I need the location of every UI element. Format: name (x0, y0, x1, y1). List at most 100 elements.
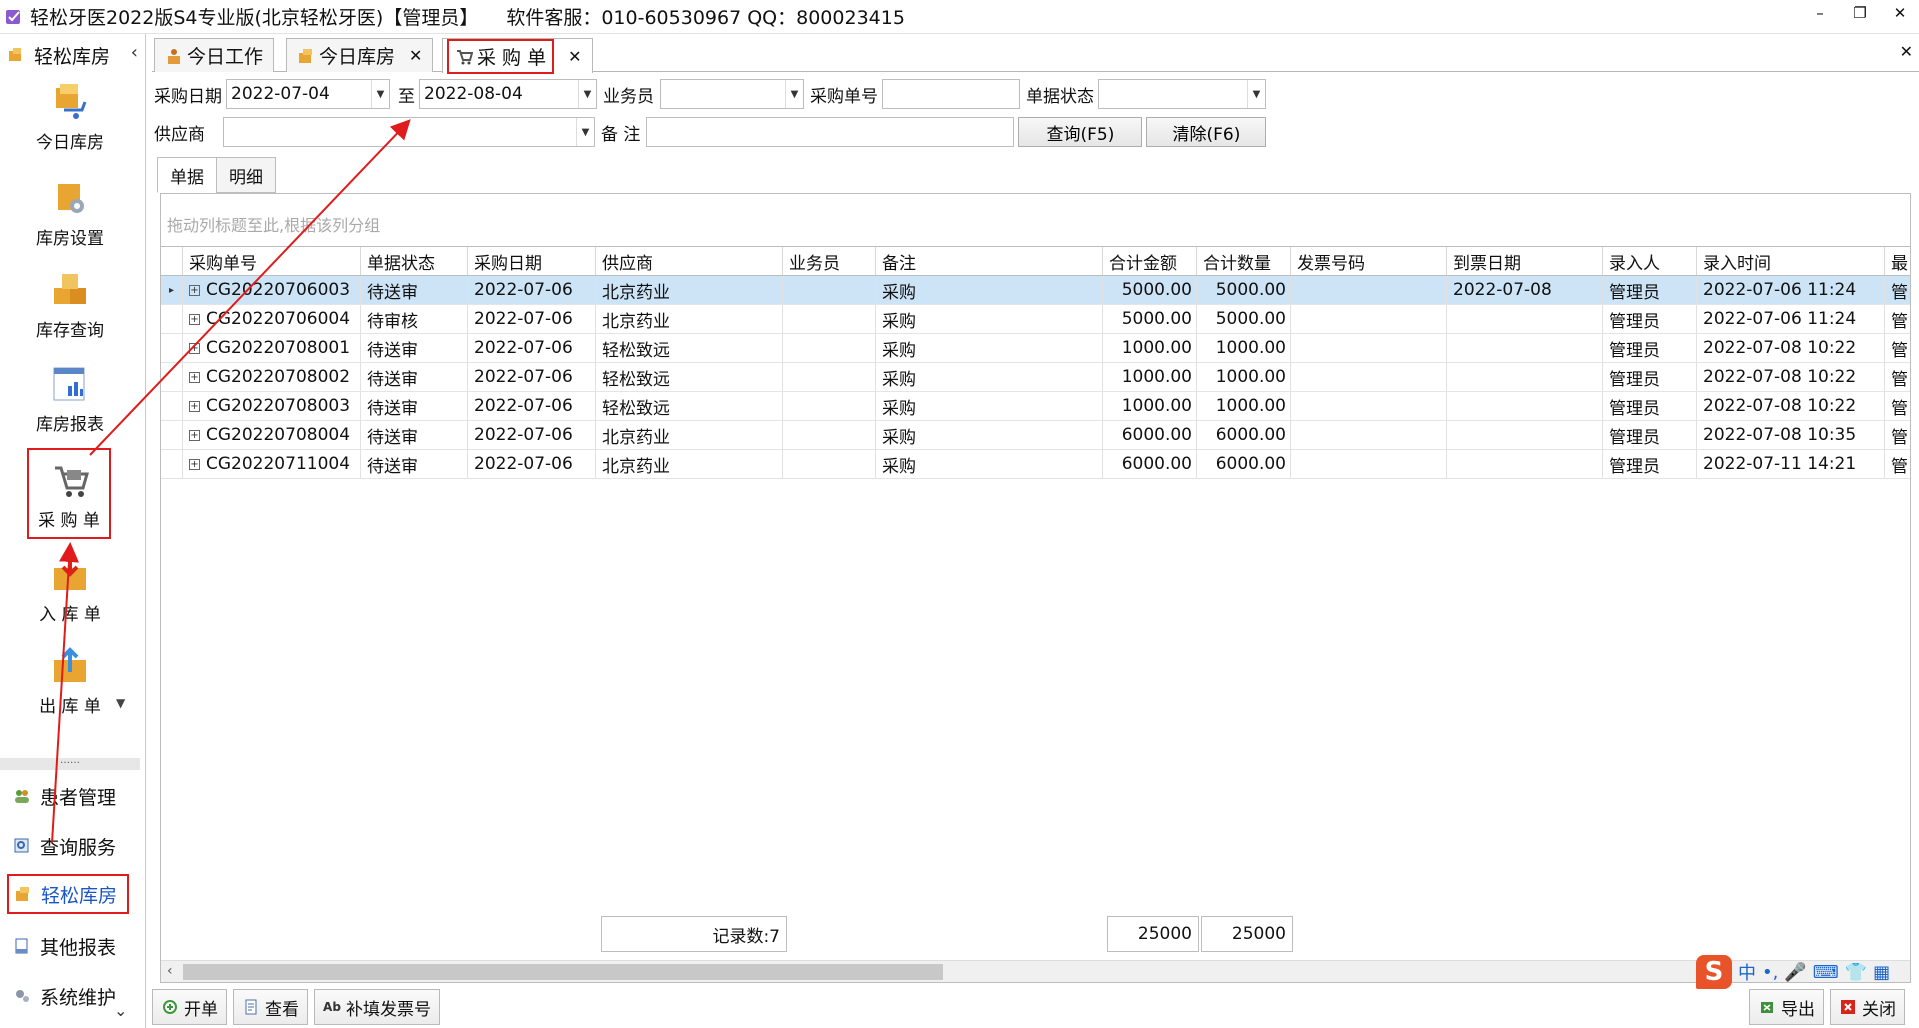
table-cell[interactable] (783, 363, 876, 391)
expand-row-icon[interactable]: + (189, 342, 200, 354)
table-cell[interactable] (1447, 363, 1603, 391)
table-cell[interactable]: 2022-07-08 (1447, 276, 1603, 304)
col-entry-time[interactable]: 录入时间 (1697, 247, 1885, 275)
table-cell[interactable] (1447, 334, 1603, 362)
table-cell[interactable]: 管 (1885, 392, 1910, 420)
table-cell[interactable]: 2022-07-08 10:22 (1697, 363, 1885, 391)
sidebar-item-warehouse-report[interactable]: 库房报表 (0, 364, 140, 435)
table-cell[interactable]: 待送审 (361, 392, 468, 420)
nav-query-service[interactable]: 查询服务 (0, 826, 146, 866)
table-cell[interactable] (1447, 450, 1603, 478)
skin-shirt-icon[interactable]: 👕 (1845, 962, 1867, 983)
table-cell[interactable]: 采购 (876, 305, 1103, 333)
query-button[interactable]: 查询(F5) (1018, 117, 1143, 147)
table-cell[interactable]: 2022-07-08 10:35 (1697, 421, 1885, 449)
minimize-icon[interactable]: – (1811, 4, 1829, 22)
col-status[interactable]: 单据状态 (361, 247, 468, 275)
scroll-left-icon[interactable]: ‹ (167, 963, 173, 979)
table-cell[interactable]: 2022-07-06 11:24 (1697, 305, 1885, 333)
nav-other-reports[interactable]: 其他报表 (0, 926, 146, 966)
sidebar-item-today-warehouse[interactable]: 今日库房 (0, 82, 140, 153)
close-tab-icon[interactable]: ✕ (409, 46, 422, 65)
subtab-documents[interactable]: 单据 (157, 157, 217, 193)
expand-row-icon[interactable]: + (189, 429, 200, 441)
table-cell[interactable]: + CG20220706004 (183, 305, 361, 333)
sidebar-item-inventory-query[interactable]: 库存查询 (0, 270, 140, 341)
restore-icon[interactable]: ❐ (1851, 4, 1869, 22)
table-cell[interactable]: 6000.00 (1103, 450, 1197, 478)
table-cell[interactable] (1291, 276, 1447, 304)
table-cell[interactable]: + CG20220708001 (183, 334, 361, 362)
table-cell[interactable] (783, 450, 876, 478)
table-cell[interactable]: 2022-07-08 10:22 (1697, 392, 1885, 420)
table-cell[interactable]: 1000.00 (1197, 334, 1291, 362)
table-cell[interactable] (783, 421, 876, 449)
table-cell[interactable]: 管 (1885, 363, 1910, 391)
table-cell[interactable]: 6000.00 (1103, 421, 1197, 449)
row-indicator[interactable]: ▸ (161, 276, 183, 304)
export-button[interactable]: 导出 (1749, 989, 1824, 1025)
chevron-down-icon[interactable]: ▼ (371, 80, 389, 108)
horizontal-scrollbar[interactable]: ‹ (161, 960, 1910, 982)
table-cell[interactable] (783, 392, 876, 420)
table-cell[interactable]: + CG20220708004 (183, 421, 361, 449)
expand-row-icon[interactable]: + (189, 313, 200, 325)
nav-patient-management[interactable]: 患者管理 (0, 776, 146, 816)
table-cell[interactable] (1291, 334, 1447, 362)
ime-punctuation[interactable]: •, (1762, 962, 1778, 983)
table-cell[interactable]: 6000.00 (1197, 450, 1291, 478)
sogou-logo-icon[interactable]: S (1696, 955, 1732, 989)
sidebar-item-purchase-order[interactable]: 采 购 单 (27, 448, 111, 539)
table-cell[interactable]: 5000.00 (1197, 276, 1291, 304)
table-cell[interactable]: 5000.00 (1103, 276, 1197, 304)
keyboard-icon[interactable]: ⌨ (1813, 962, 1839, 983)
row-indicator[interactable] (161, 363, 183, 391)
table-cell[interactable]: 管 (1885, 276, 1910, 304)
col-truncated[interactable]: 最 (1885, 247, 1910, 275)
table-cell[interactable]: 采购 (876, 421, 1103, 449)
table-cell[interactable]: 管理员 (1603, 334, 1697, 362)
col-total-qty[interactable]: 合计数量 (1197, 247, 1291, 275)
table-cell[interactable]: 管理员 (1603, 450, 1697, 478)
row-indicator[interactable] (161, 334, 183, 362)
table-cell[interactable]: 采购 (876, 392, 1103, 420)
table-cell[interactable]: 1000.00 (1197, 363, 1291, 391)
table-cell[interactable]: 采购 (876, 363, 1103, 391)
col-invoice-date[interactable]: 到票日期 (1447, 247, 1603, 275)
sidebar-item-warehouse-settings[interactable]: 库房设置 (0, 178, 140, 249)
table-cell[interactable]: 轻松致远 (596, 363, 783, 391)
col-staff[interactable]: 业务员 (783, 247, 876, 275)
expand-row-icon[interactable]: + (189, 284, 200, 296)
clear-button[interactable]: 清除(F6) (1146, 117, 1267, 147)
view-button[interactable]: 查看 (233, 989, 308, 1025)
table-cell[interactable]: 轻松致远 (596, 392, 783, 420)
expand-row-icon[interactable]: + (189, 400, 200, 412)
collapse-sidebar-icon[interactable]: ‹ (131, 42, 138, 63)
table-cell[interactable] (1291, 421, 1447, 449)
table-cell[interactable]: + CG20220706003 (183, 276, 361, 304)
date-to-picker[interactable]: 2022-08-04 ▼ (419, 79, 597, 109)
table-cell[interactable]: 采购 (876, 450, 1103, 478)
expand-row-icon[interactable]: + (189, 458, 200, 470)
table-row[interactable]: + CG20220708003 待送审 2022-07-06 轻松致远 采购 1000.00… (161, 392, 1910, 421)
new-order-button[interactable]: 开单 (152, 989, 227, 1025)
table-cell[interactable]: 北京药业 (596, 276, 783, 304)
staff-select[interactable]: ▼ (660, 79, 804, 109)
table-cell[interactable]: 管理员 (1603, 363, 1697, 391)
table-cell[interactable]: + CG20220711004 (183, 450, 361, 478)
table-cell[interactable]: 轻松致远 (596, 334, 783, 362)
table-row[interactable]: + CG20220708001 待送审 2022-07-06 轻松致远 采购 1000.00… (161, 334, 1910, 363)
tab-today-work[interactable]: 今日工作 (154, 38, 275, 72)
chevron-down-icon[interactable]: ⌄ (114, 1001, 127, 1020)
col-purchase-date[interactable]: 采购日期 (468, 247, 596, 275)
status-select[interactable]: ▼ (1098, 79, 1266, 109)
chevron-down-icon[interactable]: ▼ (785, 80, 803, 108)
table-cell[interactable]: 采购 (876, 276, 1103, 304)
col-supplier[interactable]: 供应商 (596, 247, 783, 275)
table-cell[interactable]: 5000.00 (1197, 305, 1291, 333)
sidebar-item-inbound-order[interactable]: 入 库 单 (0, 554, 140, 625)
sidebar-scroll-down-icon[interactable]: ▼ (116, 696, 125, 710)
table-row[interactable]: + CG20220708004 待送审 2022-07-06 北京药业 采购 6000.00… (161, 421, 1910, 450)
chevron-down-icon[interactable]: ▼ (576, 118, 594, 146)
table-cell[interactable]: 5000.00 (1103, 305, 1197, 333)
